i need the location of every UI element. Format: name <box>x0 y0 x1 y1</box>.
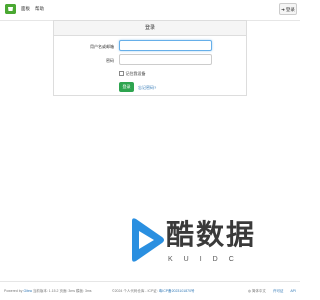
icp-link[interactable]: 粤ICP备2023101870号 <box>159 289 195 293</box>
login-panel-title: 登录 <box>54 21 246 36</box>
remember-me[interactable]: 记住我设备 <box>119 71 146 77</box>
remember-checkbox[interactable] <box>119 71 124 77</box>
top-navbar: 面板 帮助 ➜登录 <box>0 0 300 21</box>
api-link[interactable]: API <box>290 289 296 293</box>
play-icon <box>132 218 164 262</box>
gitea-logo-icon[interactable] <box>5 4 16 14</box>
username-label: 用户名或邮箱 <box>90 44 114 49</box>
nav-help-link[interactable]: 帮助 <box>35 5 44 13</box>
footer-powered: Powered by Gitea 当前版本: 1.15.2 页面: 3ms 模板… <box>4 289 92 294</box>
password-input[interactable] <box>119 54 212 65</box>
username-input[interactable] <box>119 40 212 51</box>
watermark-subtext: KUIDC <box>168 256 245 263</box>
footer-links: ◍ 简体中文 许可证 API <box>248 289 296 294</box>
signin-label: 登录 <box>285 7 295 12</box>
version-text: 当前版本: 1.15.2 页面: 3ms 模板: 3ms <box>32 289 92 293</box>
password-label: 密码 <box>106 58 114 63</box>
language-selector[interactable]: 简体中文 <box>252 289 266 293</box>
remember-label: 记住我设备 <box>125 71 146 76</box>
forgot-password-link[interactable]: 忘记密码? <box>138 85 156 90</box>
globe-icon: ◍ <box>247 289 251 293</box>
watermark-logo: 酷数据 KUIDC <box>128 213 300 275</box>
signin-arrow-icon: ➜ <box>281 7 285 12</box>
login-submit-button[interactable]: 登录 <box>119 82 134 92</box>
login-panel: 登录 用户名或邮箱 密码 记住我设备 登录 忘记密码? <box>53 20 247 96</box>
gitea-link[interactable]: Gitea <box>23 289 31 293</box>
powered-prefix: Powered by <box>4 289 23 293</box>
nav-home-link[interactable]: 面板 <box>21 5 30 13</box>
license-link[interactable]: 许可证 <box>273 289 284 293</box>
signin-button[interactable]: ➜登录 <box>279 3 297 15</box>
footer-copyright: ©2024 个人代码仓库 - ICP证: 粤ICP备2023101870号 <box>112 289 195 294</box>
watermark-text: 酷数据 <box>166 218 257 251</box>
footer: Powered by Gitea 当前版本: 1.15.2 页面: 3ms 模板… <box>0 281 300 300</box>
page: 面板 帮助 ➜登录 登录 用户名或邮箱 密码 记住我设备 登录 忘记密码? 酷数… <box>0 0 300 300</box>
copyright-text: ©2024 个人代码仓库 - ICP证: <box>112 289 158 293</box>
